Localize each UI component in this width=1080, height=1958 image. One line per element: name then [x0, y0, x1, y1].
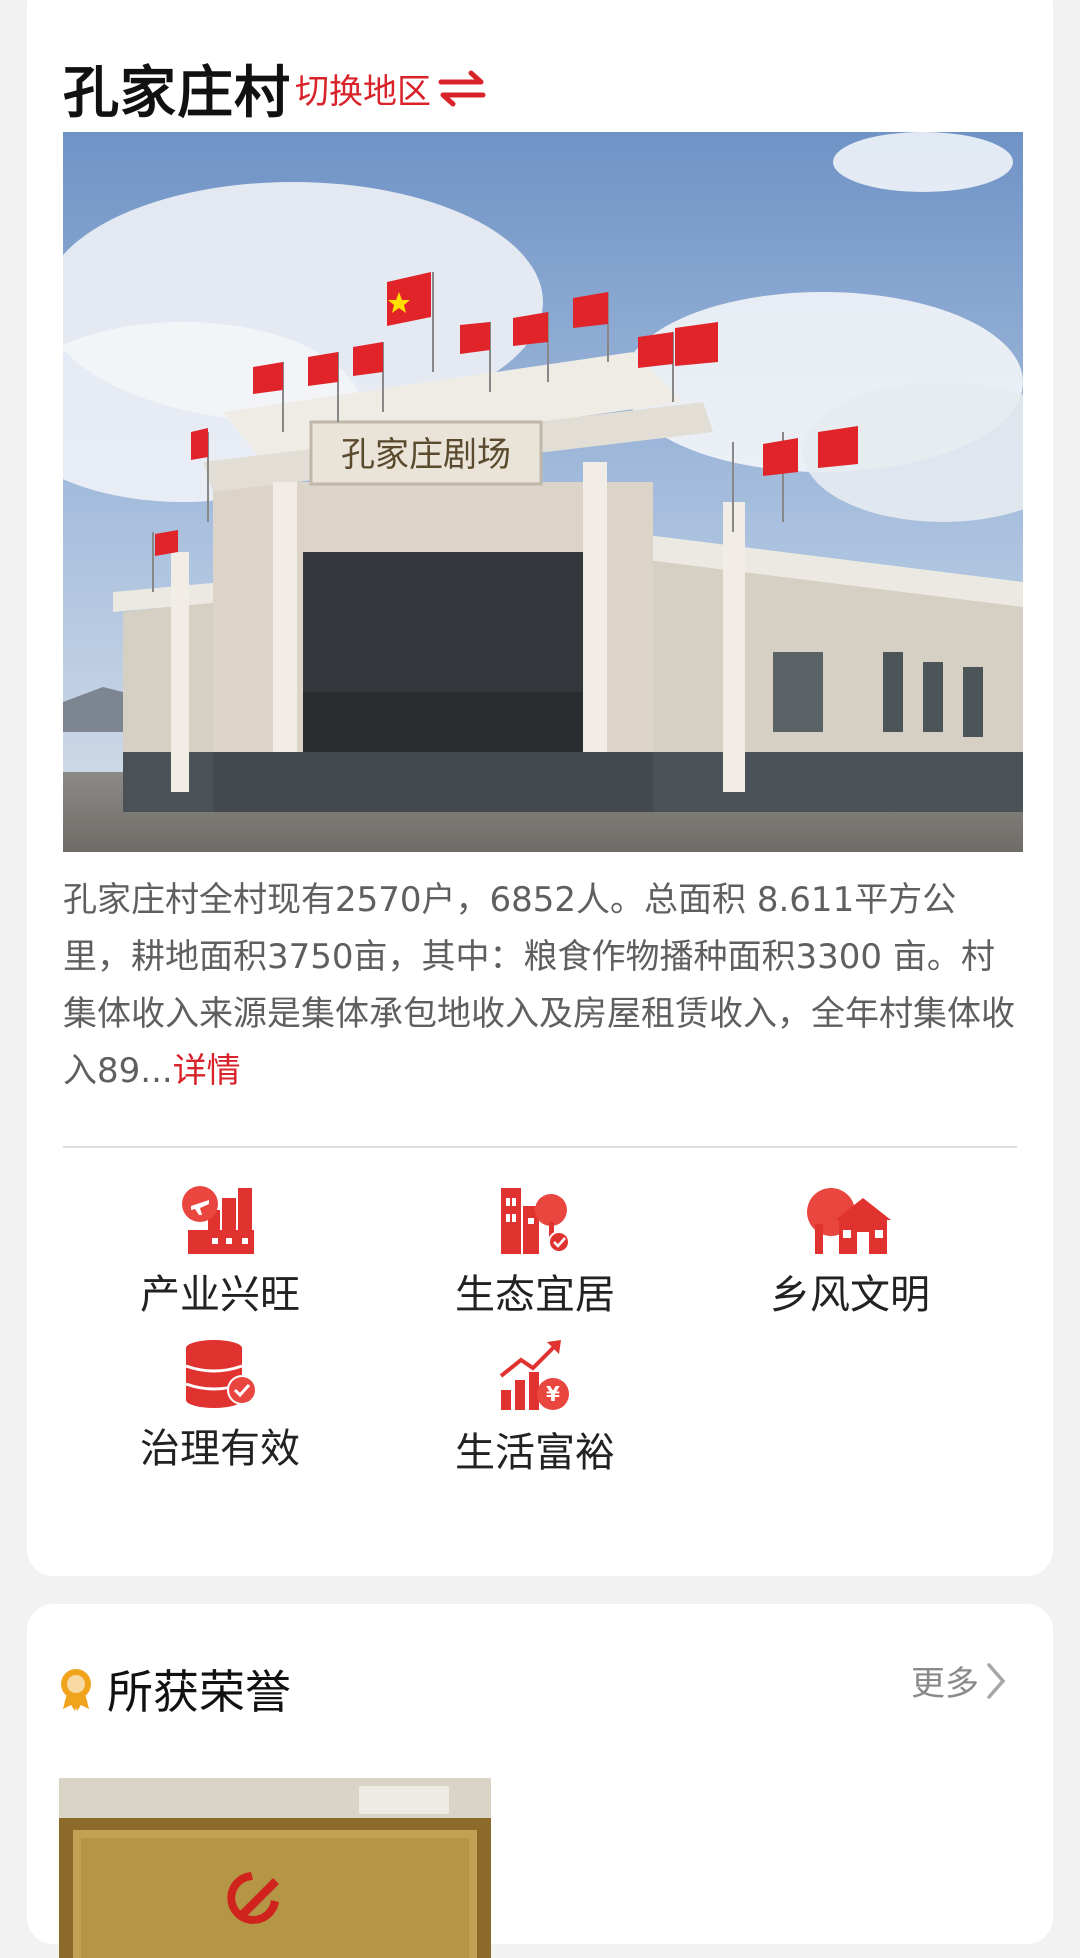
feature-governance[interactable]: 治理有效 — [100, 1338, 340, 1474]
eco-living-icon — [501, 1188, 570, 1254]
honors-card: 所获荣誉 更多 — [27, 1604, 1053, 1958]
village-card: 孔家庄村 切换地区 孔家庄剧场 孔家庄村全村现有2570户，6852人。总面积 … — [27, 0, 1053, 1576]
feature-prosperity[interactable]: ¥ 生活富裕 — [415, 1338, 655, 1478]
honors-header: 所获荣誉 — [59, 1656, 291, 1722]
more-honors-link[interactable]: 更多 — [911, 1656, 1009, 1705]
title-row: 孔家庄村 切换地区 — [63, 48, 487, 128]
feature-industry[interactable]: 产业兴旺 — [100, 1184, 340, 1320]
governance-icon — [185, 1340, 257, 1408]
swap-arrows-icon — [438, 70, 486, 107]
village-name: 孔家庄村 — [63, 60, 291, 126]
theater-sign-text: 孔家庄剧场 — [341, 435, 511, 475]
feature-rural-civilization[interactable]: 乡风文明 — [730, 1184, 970, 1320]
feature-label: 产业兴旺 — [140, 1272, 300, 1318]
svg-text:¥: ¥ — [546, 1382, 560, 1406]
divider — [63, 1146, 1017, 1148]
feature-label: 治理有效 — [140, 1426, 300, 1472]
switch-region-label: 切换地区 — [295, 71, 431, 112]
feature-eco-living[interactable]: 生态宜居 — [415, 1184, 655, 1320]
chevron-right-icon — [987, 1662, 1006, 1699]
prosperity-icon: ¥ — [499, 1340, 569, 1410]
feature-label: 生态宜居 — [455, 1272, 615, 1318]
honors-title: 所获荣誉 — [107, 1665, 291, 1719]
detail-link[interactable]: 详情 — [173, 1051, 241, 1091]
feature-label: 生活富裕 — [455, 1430, 615, 1476]
village-photo: 孔家庄剧场 — [63, 132, 1023, 852]
village-intro: 孔家庄村全村现有2570户，6852人。总面积 8.611平方公里，耕地面积37… — [63, 872, 1023, 1100]
industry-icon — [182, 1186, 254, 1254]
feature-label: 乡风文明 — [770, 1272, 930, 1318]
more-label: 更多 — [911, 1664, 979, 1704]
medal-icon — [61, 1669, 91, 1711]
honor-certificate-thumbnail[interactable] — [59, 1778, 491, 1958]
switch-region-button[interactable]: 切换地区 — [295, 64, 487, 113]
rural-civilization-icon — [807, 1188, 891, 1254]
